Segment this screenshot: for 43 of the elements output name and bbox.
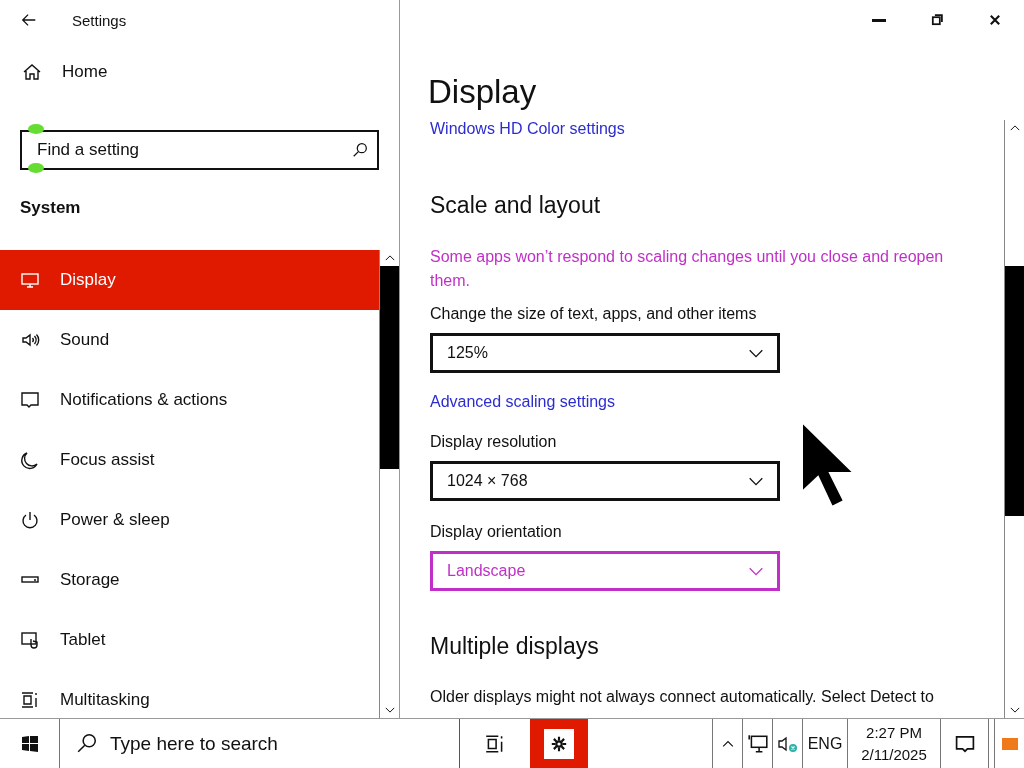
field-label: Change the size of text, apps, and other items [430,305,758,323]
sidebar-item[interactable]: Display [0,250,379,310]
scale-dropdown[interactable]: 125% [430,333,780,373]
scrollbar[interactable] [1004,120,1024,718]
time-text: 2:27 PM [866,722,922,743]
home-icon [22,62,42,82]
back-button[interactable] [20,11,38,29]
gear-icon [550,734,568,753]
window-title: Settings [72,11,127,29]
marker-dot [28,124,44,134]
search-icon [351,141,369,159]
field-label: Display resolution [430,433,558,451]
search-icon [76,732,98,754]
hd-color-link[interactable]: Windows HD Color settings [430,120,625,138]
monitor-icon [20,270,40,290]
scrollbar[interactable] [379,250,399,718]
tablet-icon [20,630,40,650]
orientation-dropdown[interactable]: Landscape [430,551,780,591]
speech-bubble-icon [20,390,40,410]
moon-icon [20,450,40,470]
section-heading: Multiple displays [430,633,600,660]
description-text: Older displays might not always connect automatically. Select Detect to [430,688,935,706]
date-text: 2/11/2025 [861,744,927,765]
restore-icon [930,13,944,27]
power-icon [20,510,40,530]
marker-dot [28,163,44,173]
minimize-icon [872,18,886,22]
field-label: Display orientation [430,523,563,541]
search-field[interactable]: Find a setting [20,130,379,170]
multitasking-icon [20,690,40,710]
resolution-dropdown[interactable]: 1024 × 768 [430,461,780,501]
windows-logo-icon [21,735,38,752]
section-heading: System [19,198,82,219]
network-icon [746,732,769,755]
advanced-scaling-link[interactable]: Advanced scaling settings [430,393,615,411]
desktop-tile-icon [1001,737,1018,750]
warning-text: Some apps won’t respond to scaling changes until you close and reopen them. [430,247,945,291]
home-link[interactable]: Home [0,52,399,92]
taskbar-app-button[interactable] [530,719,588,768]
section-heading: Scale and layout [430,192,602,219]
close-icon [988,13,1002,27]
back-arrow-icon [20,11,38,29]
page-title: Display [427,72,538,112]
